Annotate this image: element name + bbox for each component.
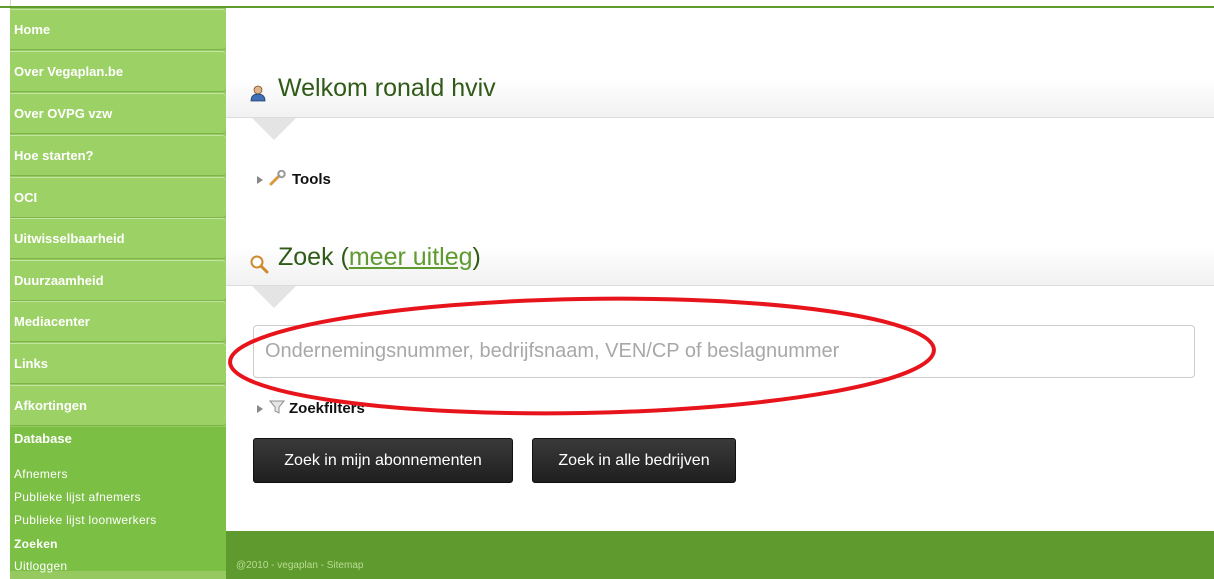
- sidebar-item-home[interactable]: Home: [10, 9, 226, 50]
- search-input[interactable]: [253, 325, 1195, 378]
- sidebar-item-over-ovpg[interactable]: Over OVPG vzw: [10, 93, 226, 134]
- welcome-header-pointer: [252, 118, 296, 140]
- sidebar-subitem-publieke-lijst-afnemers[interactable]: Publieke lijst afnemers: [14, 490, 141, 504]
- funnel-icon: [268, 400, 289, 417]
- search-all-companies-button[interactable]: Zoek in alle bedrijven: [532, 438, 736, 483]
- search-filters-toggle[interactable]: Zoekfilters: [257, 399, 365, 417]
- sidebar-item-mediacenter[interactable]: Mediacenter: [10, 301, 226, 342]
- sidebar-subitem-zoeken[interactable]: Zoeken: [14, 537, 58, 551]
- welcome-title: Welkom ronald hviv: [278, 74, 496, 102]
- expand-arrow-icon: [257, 176, 263, 185]
- search-title: Zoek (meer uitleg): [278, 243, 481, 271]
- sidebar-item-hoe-starten[interactable]: Hoe starten?: [10, 135, 226, 176]
- more-info-link[interactable]: meer uitleg: [349, 243, 473, 271]
- sidebar-item-duurzaamheid[interactable]: Duurzaamheid: [10, 260, 226, 301]
- sidebar-subitem-publieke-lijst-loonwerkers[interactable]: Publieke lijst loonwerkers: [14, 513, 157, 527]
- sidebar-item-uitwisselbaarheid[interactable]: Uitwisselbaarheid: [10, 218, 226, 259]
- magnifier-icon: [249, 254, 269, 279]
- wrench-icon: [269, 169, 292, 188]
- user-icon: [249, 84, 267, 107]
- sidebar-item-links[interactable]: Links: [10, 343, 226, 384]
- top-tab-divider: [10, 0, 154, 6]
- sidebar-subitem-uitloggen[interactable]: Uitloggen: [14, 559, 67, 573]
- tools-label: Tools: [292, 171, 331, 188]
- search-header-pointer: [252, 286, 296, 308]
- expand-arrow-icon: [257, 405, 263, 414]
- footer: [226, 531, 1214, 579]
- sidebar-item-database[interactable]: Database: [14, 431, 72, 446]
- sidebar-item-oci[interactable]: OCI: [10, 177, 226, 218]
- sidebar-subitem-afnemers[interactable]: Afnemers: [14, 467, 68, 481]
- search-filters-label: Zoekfilters: [289, 400, 365, 417]
- page: Home Over Vegaplan.be Over OVPG vzw Hoe …: [0, 0, 1214, 579]
- search-subscriptions-button[interactable]: Zoek in mijn abonnementen: [253, 438, 513, 483]
- sidebar-item-over-vegaplan[interactable]: Over Vegaplan.be: [10, 51, 226, 92]
- sidebar-item-afkortingen[interactable]: Afkortingen: [10, 385, 226, 426]
- footer-text: @2010 - vegaplan - Sitemap: [236, 560, 364, 571]
- tools-toggle[interactable]: Tools: [257, 169, 331, 188]
